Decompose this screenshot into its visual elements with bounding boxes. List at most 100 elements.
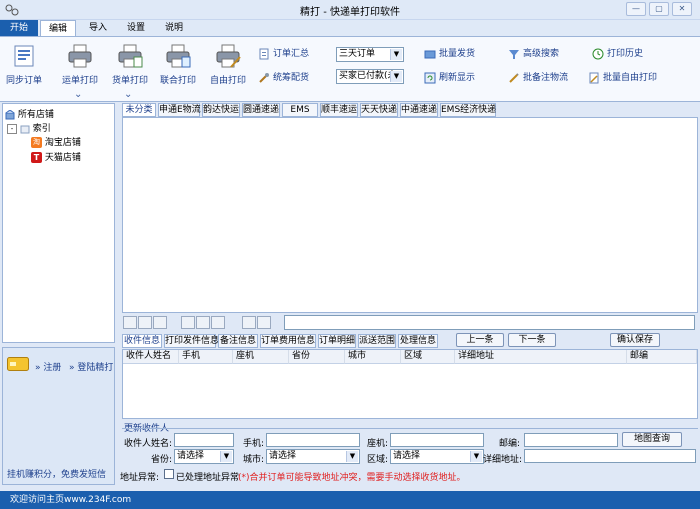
order-summary-button[interactable]: 订单汇总 <box>258 47 309 61</box>
courier-tab-yto[interactable]: 圆通速递 <box>242 103 280 117</box>
date-range-select[interactable]: 三天订单 ▼ <box>336 47 404 62</box>
batch-note-logistics-button[interactable]: 批备注物流 <box>508 71 568 85</box>
city-label: 城市: <box>242 455 264 465</box>
first-page-icon[interactable] <box>123 316 137 329</box>
confirm-save-button[interactable]: 确认保存 <box>610 333 660 347</box>
status-bar: 欢迎访问主页www.234F.com <box>0 491 700 509</box>
detail-tab-notes[interactable]: 备注信息 <box>218 334 258 348</box>
tab-help[interactable]: 说明 <box>158 20 190 36</box>
cancel-icon[interactable] <box>257 316 271 329</box>
status-text[interactable]: 欢迎访问主页www.234F.com <box>10 495 131 505</box>
print-history-button[interactable]: 打印历史 <box>592 47 643 61</box>
detail-tab-items[interactable]: 订单明细 <box>318 334 356 348</box>
print-history-label: 打印历史 <box>607 49 644 59</box>
order-summary-label: 订单汇总 <box>273 49 310 59</box>
detail-tab-fees[interactable]: 订单费用信息 <box>260 334 316 348</box>
detail-tab-delivery-range[interactable]: 派送范围 <box>358 334 396 348</box>
province-value: 请选择 <box>177 451 205 461</box>
combined-print-label: 联合打印 <box>159 76 196 86</box>
tree-root[interactable]: 所有店铺 <box>5 107 54 120</box>
tree-group[interactable]: - 索引 <box>7 121 51 134</box>
shop-tree-panel: 所有店铺 - 索引 淘 淘宝店铺 T 天猫店铺 <box>2 103 115 343</box>
batch-ship-button[interactable]: 批量发货 <box>424 47 475 61</box>
courier-tab-sto[interactable]: 申通E物流 <box>158 103 201 117</box>
receiver-name-input[interactable] <box>174 433 234 447</box>
abnormal-checkbox[interactable] <box>164 469 174 479</box>
tab-import[interactable]: 导入 <box>82 20 114 36</box>
add-row-icon[interactable] <box>181 316 195 329</box>
tree-item-tmall[interactable]: T 天猫店铺 <box>31 150 81 163</box>
tab-start[interactable]: 开始 <box>0 20 38 36</box>
column-header[interactable]: 座机 <box>233 350 289 364</box>
next-page-icon[interactable] <box>153 316 167 329</box>
tab-settings[interactable]: 设置 <box>120 20 152 36</box>
register-link[interactable]: » 注册 <box>35 360 61 373</box>
receiver-grid[interactable]: 收件人姓名 手机 座机 省份 城市 区域 详细地址 邮编 <box>122 349 698 419</box>
promo-link[interactable]: 挂机赚积分，免费发短信 <box>7 467 106 480</box>
tree-group-label: 索引 <box>32 124 51 134</box>
courier-tab-unclassified[interactable]: 未分类 <box>122 103 156 117</box>
prev-page-icon[interactable] <box>138 316 152 329</box>
waybill-dropdown-chevron-icon[interactable]: ⌄ <box>74 89 82 100</box>
orders-grid[interactable] <box>122 117 698 313</box>
tab-edit[interactable]: 编辑 <box>40 20 76 36</box>
courier-tab-sf[interactable]: 顺丰速运 <box>320 103 358 117</box>
pick-stats-button[interactable]: 统筹配货 <box>258 71 309 85</box>
column-header[interactable]: 邮编 <box>627 350 697 364</box>
batch-free-print-button[interactable]: 批量自由打印 <box>588 71 657 85</box>
login-link[interactable]: » 登陆精打 <box>69 360 113 373</box>
courier-tab-ems-economy[interactable]: EMS经济快递 <box>440 103 496 117</box>
zip-input[interactable] <box>524 433 618 447</box>
tree-root-label: 所有店铺 <box>17 110 54 120</box>
detail-tab-processing[interactable]: 处理信息 <box>398 334 438 348</box>
goods-dropdown-chevron-icon[interactable]: ⌄ <box>124 89 132 100</box>
mobile-input[interactable] <box>266 433 360 447</box>
restore-button[interactable]: ▢ <box>649 2 669 16</box>
free-print-button[interactable]: 自由打印 <box>206 43 250 99</box>
edit-row-icon[interactable] <box>211 316 225 329</box>
city-select[interactable]: 请选择 ▼ <box>266 449 360 464</box>
column-header[interactable]: 手机 <box>179 350 233 364</box>
column-header[interactable]: 省份 <box>289 350 345 364</box>
collapse-icon[interactable]: - <box>7 123 17 134</box>
waybill-print-label: 运单打印 <box>61 76 98 86</box>
detail-tab-receiver[interactable]: 收件信息 <box>122 334 162 348</box>
province-select[interactable]: 请选择 ▼ <box>174 449 234 464</box>
chevron-down-icon: ▼ <box>390 49 402 60</box>
combined-print-button[interactable]: 联合打印 <box>156 43 200 99</box>
delete-row-icon[interactable] <box>196 316 210 329</box>
phone-input[interactable] <box>390 433 484 447</box>
batch-print-icon <box>589 72 599 83</box>
advanced-search-button[interactable]: 高级搜索 <box>508 47 559 61</box>
column-header[interactable]: 详细地址 <box>455 350 627 364</box>
next-record-button[interactable]: 下一条 <box>508 333 556 347</box>
courier-tab-yunda[interactable]: 韵达快运 <box>202 103 240 117</box>
column-header[interactable]: 区域 <box>401 350 455 364</box>
order-status-select[interactable]: 买家已付款(未 ▼ <box>336 69 404 84</box>
filter-icon <box>509 49 519 59</box>
ribbon: 同步订单 运单打印 ⌄ 货单打印 ⌄ 联合打印 自由打印 订单汇总 统筹配货 三… <box>0 36 700 102</box>
column-header[interactable]: 城市 <box>345 350 401 364</box>
abnormal-label: 地址异常: <box>120 473 160 483</box>
batch-ship-label: 批量发货 <box>439 49 476 59</box>
close-button[interactable]: ✕ <box>672 2 692 16</box>
courier-tab-ems[interactable]: EMS <box>282 103 318 117</box>
detail-tab-sender[interactable]: 打印发件信息 <box>164 334 219 348</box>
map-query-button[interactable]: 地图查询 <box>622 432 682 447</box>
prev-record-button[interactable]: 上一条 <box>456 333 504 347</box>
courier-tab-zto[interactable]: 中通速递 <box>400 103 438 117</box>
tools-icon <box>259 72 269 83</box>
abnormal-checkbox-label[interactable]: 已处理地址异常 <box>176 470 239 483</box>
column-header[interactable]: 收件人姓名 <box>123 350 179 364</box>
tree-item-taobao[interactable]: 淘 淘宝店铺 <box>31 135 81 148</box>
courier-tab-tiantian[interactable]: 天天快递 <box>360 103 398 117</box>
minimize-button[interactable]: — <box>626 2 646 16</box>
goods-print-label: 货单打印 <box>111 76 148 86</box>
refresh-display-button[interactable]: 刷新显示 <box>424 71 475 85</box>
district-select[interactable]: 请选择 ▼ <box>390 449 484 464</box>
grid-filter-input[interactable] <box>284 315 695 330</box>
tree-item-label: 天猫店铺 <box>44 153 81 163</box>
address-input[interactable] <box>524 449 696 463</box>
save-icon[interactable] <box>242 316 256 329</box>
sync-orders-button[interactable]: 同步订单 <box>2 43 46 99</box>
